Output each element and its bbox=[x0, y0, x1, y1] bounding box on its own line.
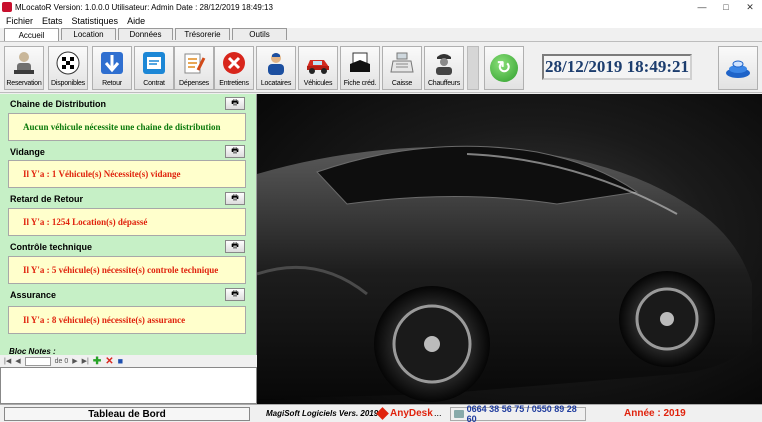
contract-icon bbox=[140, 49, 168, 77]
maximize-icon[interactable]: □ bbox=[714, 0, 738, 14]
status-bar: Tableau de Bord MagiSoft Logiciels Vers.… bbox=[0, 404, 762, 422]
entretiens-button[interactable]: Entretiens bbox=[214, 46, 254, 90]
close-icon[interactable]: ✕ bbox=[738, 0, 762, 14]
next-record-icon[interactable]: ▶ bbox=[72, 357, 77, 365]
database-icon bbox=[726, 60, 750, 78]
first-record-icon[interactable]: |◀ bbox=[4, 357, 11, 365]
menu-fichier[interactable]: Fichier bbox=[6, 16, 33, 26]
arrow-down-icon bbox=[98, 49, 126, 77]
credit-card-icon bbox=[346, 49, 374, 77]
checkered-flag-icon bbox=[54, 49, 82, 77]
section-header-controle: Contrôle technique 🖶 bbox=[0, 239, 257, 255]
anydesk-link[interactable]: AnyDesk bbox=[376, 407, 433, 420]
window-title: MLocatoR Version: 1.0.0.0 Utilisateur: A… bbox=[15, 2, 273, 12]
caisse-button[interactable]: Caisse bbox=[382, 46, 422, 90]
tab-accueil[interactable]: Accueil bbox=[4, 28, 59, 41]
section-header-vidange: Vidange 🖶 bbox=[0, 144, 257, 160]
version-label: MagiSoft Logiciels Vers. 2019 bbox=[266, 409, 379, 418]
printer-icon: 🖶 bbox=[231, 97, 239, 107]
title-bar: MLocatoR Version: 1.0.0.0 Utilisateur: A… bbox=[0, 0, 762, 14]
tab-outils[interactable]: Outils bbox=[232, 28, 287, 40]
alert-assurance: Il Y'a : 8 véhicule(s) nécessite(s) assu… bbox=[8, 306, 246, 334]
status-dots: ... bbox=[434, 408, 442, 418]
record-count: de 0 bbox=[54, 357, 69, 365]
menu-bar: Fichier Etats Statistiques Aide bbox=[0, 14, 762, 28]
minimize-icon[interactable]: — bbox=[690, 0, 714, 14]
menu-statistiques[interactable]: Statistiques bbox=[72, 16, 119, 26]
anydesk-icon bbox=[376, 407, 389, 420]
toolbar-separator bbox=[467, 46, 479, 90]
alert-retard: Il Y'a : 1254 Location(s) dépassé bbox=[8, 208, 246, 236]
print-vidange-button[interactable]: 🖶 bbox=[225, 145, 245, 158]
sports-car-illustration bbox=[257, 145, 752, 402]
locataires-button[interactable]: Locataires bbox=[256, 46, 296, 90]
tab-donnees[interactable]: Données bbox=[118, 28, 173, 40]
reservation-button[interactable]: Reservation bbox=[4, 46, 44, 90]
window-controls: — □ ✕ bbox=[690, 0, 762, 14]
menu-aide[interactable]: Aide bbox=[127, 16, 145, 26]
refresh-icon: ↻ bbox=[490, 54, 518, 82]
phone-icon bbox=[454, 410, 464, 418]
print-chaine-button[interactable]: 🖶 bbox=[225, 97, 245, 110]
notes-textarea[interactable] bbox=[0, 367, 257, 404]
person-desk-icon bbox=[10, 49, 38, 77]
year-label: Année : 2019 bbox=[624, 408, 686, 419]
printer-icon: 🖶 bbox=[231, 240, 239, 250]
print-assurance-button[interactable]: 🖶 bbox=[225, 288, 245, 301]
alert-controle: Il Y'a : 5 véhicule(s) nécessite(s) cont… bbox=[8, 256, 246, 284]
last-record-icon[interactable]: ▶| bbox=[82, 357, 89, 365]
alert-chaine: Aucun véhicule nécessite une chaine de d… bbox=[8, 113, 246, 141]
disponibles-button[interactable]: Disponibles bbox=[48, 46, 88, 90]
depenses-button[interactable]: Dépenses bbox=[174, 46, 214, 90]
prev-record-icon[interactable]: ◀ bbox=[15, 357, 20, 365]
clock-display: 28/12/2019 18:49:21 bbox=[542, 54, 692, 80]
printer-icon: 🖶 bbox=[231, 192, 239, 202]
print-retard-button[interactable]: 🖶 bbox=[225, 192, 245, 205]
notes-navigator: |◀ ◀ de 0 ▶ ▶| ✚ ✕ ■ bbox=[0, 355, 257, 367]
section-header-retard: Retard de Retour 🖶 bbox=[0, 191, 257, 207]
printer-icon: 🖶 bbox=[231, 145, 239, 155]
alerts-panel: Chaine de Distribution 🖶 Aucun véhicule … bbox=[0, 94, 257, 356]
alert-vidange: Il Y'a : 1 Véhicule(s) Nécessite(s) vida… bbox=[8, 160, 246, 188]
app-logo-icon bbox=[2, 2, 12, 12]
driver-icon bbox=[430, 49, 458, 77]
printer-icon: 🖶 bbox=[231, 288, 239, 298]
delete-record-icon[interactable]: ✕ bbox=[105, 356, 113, 367]
notepad-pencil-icon bbox=[180, 49, 208, 77]
user-icon bbox=[262, 49, 290, 77]
contrat-button[interactable]: Contrat bbox=[134, 46, 174, 90]
record-position-input[interactable] bbox=[24, 356, 51, 366]
cash-register-icon bbox=[388, 49, 416, 77]
add-record-icon[interactable]: ✚ bbox=[93, 356, 101, 367]
print-controle-button[interactable]: 🖶 bbox=[225, 240, 245, 253]
refresh-button[interactable]: ↻ bbox=[484, 46, 524, 90]
tab-strip: Accueil Location Données Trésorerie Outi… bbox=[0, 28, 762, 41]
tools-icon bbox=[220, 49, 248, 77]
tab-location[interactable]: Location bbox=[61, 28, 116, 40]
menu-etats[interactable]: Etats bbox=[42, 16, 63, 26]
car-icon bbox=[304, 49, 332, 77]
dashboard-label[interactable]: Tableau de Bord bbox=[4, 407, 250, 421]
toolbar: Reservation Disponibles Retour Contrat D… bbox=[0, 41, 762, 93]
retour-button[interactable]: Retour bbox=[92, 46, 132, 90]
phone-label: 0664 38 56 75 / 0550 89 28 60 bbox=[450, 404, 586, 422]
database-button[interactable] bbox=[718, 46, 758, 90]
tab-tresorerie[interactable]: Trésorerie bbox=[175, 28, 230, 40]
fiche-credit-button[interactable]: Fiche créd. bbox=[340, 46, 380, 90]
section-header-assurance: Assurance 🖶 bbox=[0, 287, 257, 303]
section-header-chaine: Chaine de Distribution 🖶 bbox=[0, 96, 257, 112]
car-image bbox=[257, 94, 762, 404]
chauffeurs-button[interactable]: Chauffeurs bbox=[424, 46, 464, 90]
vehicules-button[interactable]: Véhicules bbox=[298, 46, 338, 90]
save-record-icon[interactable]: ■ bbox=[118, 356, 123, 366]
